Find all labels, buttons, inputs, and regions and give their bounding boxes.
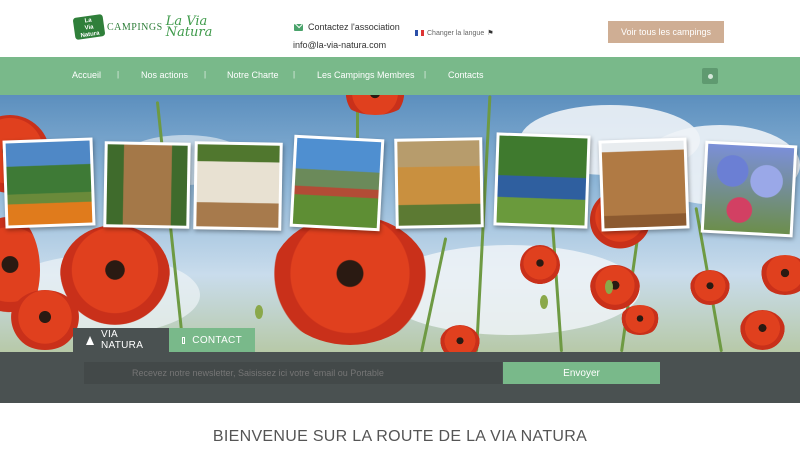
tab-contact[interactable]: CONTACT bbox=[169, 328, 255, 352]
photo-hydrangeas[interactable] bbox=[700, 140, 798, 238]
nav-item-notre-charte[interactable]: Notre Charte bbox=[227, 70, 279, 80]
contact-association-link[interactable]: Contactez l'association bbox=[294, 22, 400, 32]
poppy-flower bbox=[340, 95, 410, 115]
envelope-icon bbox=[182, 336, 186, 344]
welcome-title: BIENVENUE SUR LA ROUTE DE LA VIA NATURA bbox=[212, 428, 588, 445]
newsletter-input[interactable] bbox=[84, 362, 502, 384]
photo-insect-hotel[interactable] bbox=[103, 141, 191, 229]
newsletter-submit-button[interactable]: Envoyer bbox=[503, 362, 660, 384]
nav-separator: | bbox=[424, 70, 427, 79]
poppy-flower bbox=[690, 270, 730, 305]
email-link[interactable]: info@la-via-natura.com bbox=[293, 40, 386, 50]
french-flag-icon bbox=[415, 30, 424, 36]
photo-straw-roof-cabin[interactable] bbox=[394, 137, 484, 229]
poppy-flower bbox=[520, 245, 560, 285]
logo-badge: La Via Natura bbox=[72, 14, 106, 40]
hero-tabs: VIA NATURA CONTACT bbox=[73, 328, 255, 352]
poppy-bud bbox=[540, 295, 548, 309]
flag-icon: ⚑ bbox=[487, 30, 494, 37]
photo-bird-house[interactable] bbox=[598, 137, 690, 232]
poppy-bud bbox=[605, 280, 613, 294]
main-navigation: Accueil | Nos actions | Notre Charte | L… bbox=[0, 57, 800, 95]
nav-separator: | bbox=[293, 70, 296, 79]
poppy-flower bbox=[590, 265, 640, 310]
nav-separator: | bbox=[204, 70, 207, 79]
site-logo[interactable]: La Via Natura CAMPINGS La Via Natura bbox=[72, 14, 214, 40]
nav-separator: | bbox=[117, 70, 120, 79]
envelope-icon bbox=[294, 23, 303, 31]
poppy-flower bbox=[760, 255, 800, 295]
logo-name-text: La Via Natura bbox=[165, 14, 213, 40]
nav-item-campings-membres[interactable]: Les Campings Membres bbox=[317, 70, 415, 80]
photo-bell-tent[interactable] bbox=[193, 141, 283, 231]
tab-label: VIA NATURA bbox=[101, 329, 144, 351]
all-campings-button[interactable]: Voir tous les campings bbox=[608, 21, 724, 43]
newsletter-bar: Envoyer bbox=[0, 352, 800, 403]
nav-item-nos-actions[interactable]: Nos actions bbox=[141, 70, 188, 80]
photo-mountain-tipi[interactable] bbox=[289, 134, 385, 232]
nav-item-accueil[interactable]: Accueil bbox=[72, 70, 101, 80]
contact-label: Contactez l'association bbox=[308, 22, 400, 32]
tab-via-natura[interactable]: VIA NATURA bbox=[73, 328, 169, 352]
user-icon[interactable] bbox=[702, 68, 718, 84]
photo-tents-in-meadow[interactable] bbox=[493, 132, 591, 229]
nav-item-contacts[interactable]: Contacts bbox=[448, 70, 484, 80]
photo-pumpkin-meadow[interactable] bbox=[2, 137, 96, 229]
hero-banner bbox=[0, 95, 800, 352]
poppy-flower bbox=[620, 305, 660, 335]
poppy-flower bbox=[270, 215, 430, 345]
language-label: Changer la langue bbox=[427, 29, 485, 37]
logo-campings-text: CAMPINGS bbox=[107, 21, 163, 33]
poppy-flower bbox=[10, 290, 80, 350]
poppy-flower bbox=[740, 310, 785, 350]
tree-icon bbox=[86, 335, 94, 345]
poppy-flower bbox=[440, 325, 480, 352]
top-bar: La Via Natura CAMPINGS La Via Natura Conta… bbox=[0, 0, 800, 57]
language-switcher[interactable]: Changer la langue ⚑ bbox=[415, 29, 494, 37]
tab-label: CONTACT bbox=[192, 334, 242, 346]
poppy-bud bbox=[255, 305, 263, 319]
